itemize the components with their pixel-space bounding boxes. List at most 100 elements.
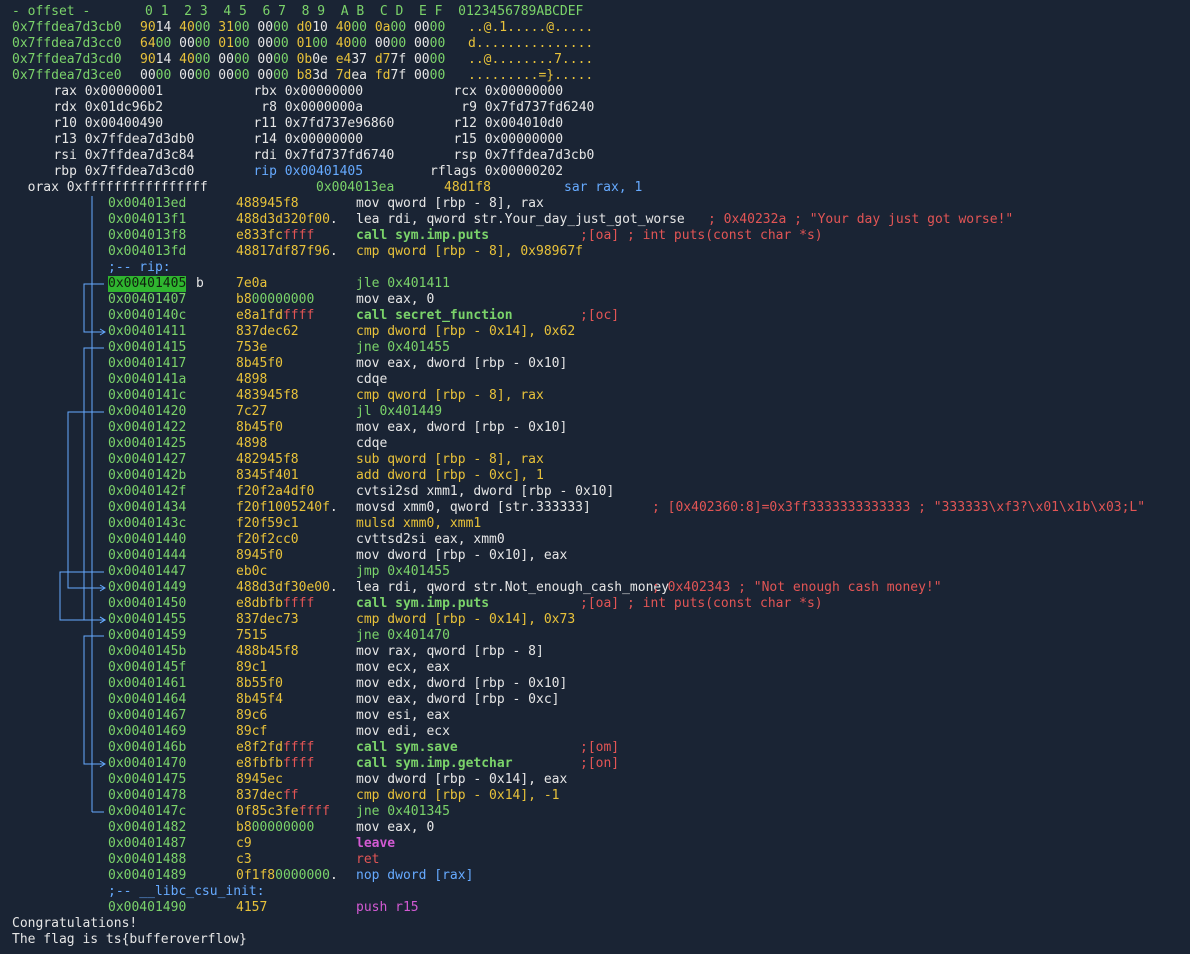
instruction-mnemonic: jne 0x401345: [356, 804, 450, 819]
instruction-address: 0x00401487: [108, 836, 187, 851]
disasm-row[interactable]: 0x004013fd 48817df87f96. cmp qword [rbp - …: [12, 244, 1182, 260]
disasm-row[interactable]: 0x00401489 0f1f80000000. nop dword [rax]: [12, 868, 1182, 884]
instruction-address: 0x0040142b: [108, 468, 187, 483]
instruction-address: 0x004013ea: [316, 180, 395, 195]
instruction-bytes: e8f2fdffff: [236, 740, 315, 755]
disasm-row[interactable]: 0x0040145b 488b45f8 mov rax, qword [rbp - …: [12, 644, 1182, 660]
instruction-mnemonic: mov eax, dword [rbp - 0x10]: [356, 420, 568, 435]
register-r12: r12 0x004010d0: [430, 116, 563, 132]
disasm-row[interactable]: 0x0040142b 8345f401 add dword [rbp - 0xc],…: [12, 468, 1182, 484]
disasm-row[interactable]: 0x0040141c 483945f8 cmp qword [rbp - 8], r…: [12, 388, 1182, 404]
disasm-row[interactable]: 0x00401440 f20f2cc0 cvttsd2si eax, xmm0: [12, 532, 1182, 548]
disasm-row[interactable]: 0x00401478 837decff cmp dword [rbp - 0x14]…: [12, 788, 1182, 804]
disasm-row[interactable]: 0x0040145f 89c1 mov ecx, eax: [12, 660, 1182, 676]
register-rflags: rflags 0x00000202: [430, 164, 563, 180]
instruction-comment: ; 0x40232a ; "Your day just got worse!": [708, 212, 1014, 227]
instruction-mnemonic: movsd xmm0, qword [str.333333]: [356, 500, 591, 515]
disasm-row[interactable]: 0x00401405 b 7e0a jle 0x401411: [12, 276, 1182, 292]
disasm-row[interactable]: 0x00401450 e8dbfbffff call sym.imp.puts ;[o…: [12, 596, 1182, 612]
instruction-address: 0x00401420: [108, 404, 187, 419]
hexdump-row-address: 0x7ffdea7d3ce0: [12, 68, 122, 83]
disasm-row[interactable]: 0x00401467 89c6 mov esi, eax: [12, 708, 1182, 724]
program-output-line: Congratulations!: [12, 916, 138, 931]
register-value: 0x004010d0: [484, 116, 564, 131]
register-name: rdx: [30, 100, 85, 115]
hexdump-row-address: 0x7ffdea7d3cc0: [12, 36, 122, 51]
disasm-row[interactable]: 0x00401411 837dec62 cmp dword [rbp - 0x14]…: [12, 324, 1182, 340]
instruction-address: 0x00401417: [108, 356, 187, 371]
register-name: rsp: [430, 148, 485, 163]
register-name: rip: [230, 164, 285, 179]
register-value: 0x01dc96b2: [84, 100, 164, 115]
instruction-address: 0x00401469: [108, 724, 187, 739]
hexdump-row-bytes: 9014 4000 3100 0000 d010 4000 0a00 0000: [140, 20, 446, 35]
disasm-row[interactable]: 0x0040146b e8f2fdffff call sym.save ;[om]: [12, 740, 1182, 756]
hexdump: 0x7ffdea7d3cb0 9014 4000 3100 0000 d010 4…: [12, 20, 1182, 84]
disassembly-view[interactable]: 0x004013ed 488945f8 mov qword [rbp - 8], r…: [12, 196, 1182, 916]
register-rdx: rdx 0x01dc96b2: [30, 100, 163, 116]
disasm-row[interactable]: 0x00401459 7515 jne 0x401470: [12, 628, 1182, 644]
disasm-row[interactable]: 0x00401470 e8fbfbffff call sym.imp.getchar…: [12, 756, 1182, 772]
instruction-address: 0x00401444: [108, 548, 187, 563]
register-value: 0x00400490: [84, 116, 164, 131]
instruction-mnemonic: jle 0x401411: [356, 276, 450, 291]
instruction-mnemonic: mov edx, dword [rbp - 0x10]: [356, 676, 568, 691]
instruction-mnemonic: mov eax, 0: [356, 820, 435, 835]
disasm-row[interactable]: 0x004013f8 e833fcffff call sym.imp.puts ;[o…: [12, 228, 1182, 244]
register-r8: r8 0x0000000a: [230, 100, 363, 116]
disasm-row[interactable]: 0x00401488 c3 ret: [12, 852, 1182, 868]
register-name: rflags: [430, 164, 485, 179]
disasm-row[interactable]: 0x00401461 8b55f0 mov edx, dword [rbp - 0x…: [12, 676, 1182, 692]
disasm-row[interactable]: 0x00401490 4157 push r15: [12, 900, 1182, 916]
instruction-bytes: 488945f8: [236, 196, 299, 211]
disasm-row[interactable]: 0x00401422 8b45f0 mov eax, dword [rbp - 0x…: [12, 420, 1182, 436]
hexdump-row-ascii: ..@.1.....@.....: [468, 20, 594, 35]
disasm-row[interactable]: 0x00401425 4898 cdqe: [12, 436, 1182, 452]
disasm-row[interactable]: 0x0040147c 0f85c3feffff jne 0x401345: [12, 804, 1182, 820]
disasm-row[interactable]: 0x00401475 8945ec mov dword [rbp - 0x14], …: [12, 772, 1182, 788]
disasm-row[interactable]: 0x00401455 837dec73 cmp dword [rbp - 0x14]…: [12, 612, 1182, 628]
register-name: rcx: [430, 84, 485, 99]
disasm-row[interactable]: 0x0040143c f20f59c1 mulsd xmm0, xmm1: [12, 516, 1182, 532]
disasm-row[interactable]: 0x00401464 8b45f4 mov eax, dword [rbp - 0x…: [12, 692, 1182, 708]
hexdump-row: 0x7ffdea7d3cc0 6400 0000 0100 0000 0100 4…: [12, 36, 1182, 52]
disasm-row[interactable]: 0x0040141a 4898 cdqe: [12, 372, 1182, 388]
disasm-row[interactable]: 0x00401427 482945f8 sub qword [rbp - 8], r…: [12, 452, 1182, 468]
instruction-address: 0x00401450: [108, 596, 187, 611]
disasm-row[interactable]: 0x00401420 7c27 jl 0x401449: [12, 404, 1182, 420]
instruction-bytes: f20f2cc0: [236, 532, 299, 547]
register-value: 0x7ffdea7d3db0: [84, 132, 195, 147]
register-value: 0x7ffdea7d3cd0: [84, 164, 195, 179]
disasm-row[interactable]: 0x00401444 8945f0 mov dword [rbp - 0x10], …: [12, 548, 1182, 564]
disasm-row[interactable]: 0x00401487 c9 leave: [12, 836, 1182, 852]
instruction-bytes: b800000000: [236, 820, 315, 835]
disasm-label: ;-- __libc_csu_init:: [12, 884, 1182, 900]
instruction-mnemonic: jmp 0x401455: [356, 564, 450, 579]
disasm-row[interactable]: 0x00401415 753e jne 0x401455: [12, 340, 1182, 356]
disasm-row[interactable]: 0x00401417 8b45f0 mov eax, dword [rbp - 0x…: [12, 356, 1182, 372]
flag-output-line: The flag is ts{bufferoverflow}: [12, 932, 247, 947]
instruction-mnemonic: mov eax, dword [rbp - 0xc]: [356, 692, 560, 707]
disasm-row[interactable]: 0x00401449 488d3df30e00. lea rdi, qword st…: [12, 580, 1182, 596]
disasm-row[interactable]: 0x0040142f f20f2a4df0 cvtsi2sd xmm1, dword…: [12, 484, 1182, 500]
instruction-bytes: 4898: [236, 436, 268, 451]
debugger-terminal[interactable]: - offset - 0 1 2 3 4 5 6 7 8 9 A B C D E…: [12, 4, 1182, 948]
disasm-row[interactable]: 0x004013f1 488d3d320f00. lea rdi, qword st…: [12, 212, 1182, 228]
instruction-bytes: 89c1: [236, 660, 268, 675]
disasm-row[interactable]: 0x00401469 89cf mov edi, ecx: [12, 724, 1182, 740]
disasm-row[interactable]: 0x00401407 b800000000 mov eax, 0: [12, 292, 1182, 308]
disasm-row[interactable]: 0x00401447 eb0c jmp 0x401455: [12, 564, 1182, 580]
register-name: r9: [430, 100, 485, 115]
register-name: r12: [430, 116, 485, 131]
register-name: r13: [30, 132, 85, 147]
register-name: rbx: [230, 84, 285, 99]
disasm-row[interactable]: 0x00401434 f20f1005240f. movsd xmm0, qword…: [12, 500, 1182, 516]
disasm-row[interactable]: 0x004013ed 488945f8 mov qword [rbp - 8], r…: [12, 196, 1182, 212]
instruction-address: 0x00401415: [108, 340, 187, 355]
instruction-mnemonic: leave: [356, 836, 396, 851]
instruction-address: 0x00401447: [108, 564, 187, 579]
instruction-comment: ; 0x402343 ; "Not enough cash money!": [652, 580, 942, 595]
instruction-bytes: f20f2a4df0: [236, 484, 315, 499]
disasm-row[interactable]: 0x0040140c e8a1fdffff call secret_function…: [12, 308, 1182, 324]
disasm-row[interactable]: 0x00401482 b800000000 mov eax, 0: [12, 820, 1182, 836]
